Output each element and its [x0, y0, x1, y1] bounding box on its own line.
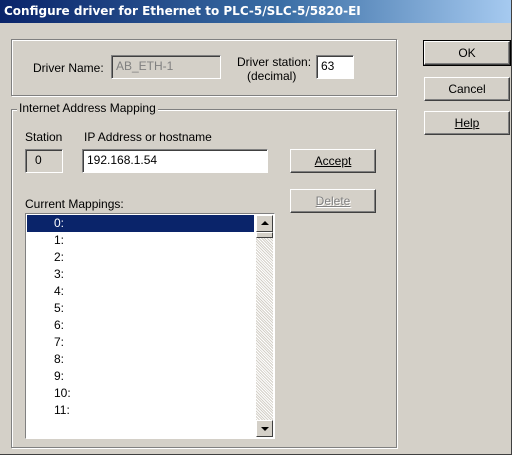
station-column-label: Station — [25, 130, 63, 144]
list-item[interactable]: 4: — [27, 283, 254, 300]
list-item[interactable]: 8: — [27, 351, 254, 368]
scroll-up-arrow-icon — [261, 221, 269, 225]
window-title: Configure driver for Ethernet to PLC-5/S… — [4, 4, 361, 18]
help-button-label: Help — [454, 116, 480, 130]
list-item[interactable]: 3: — [27, 266, 254, 283]
cancel-button[interactable]: Cancel — [424, 77, 510, 101]
current-mappings-list[interactable]: 0: 1: 2: 3: 4: 5: 6: 7: 8: 9: 10: 11: — [25, 213, 275, 439]
driver-name-label: Driver Name: — [33, 61, 104, 75]
list-item[interactable]: 9: — [27, 368, 254, 385]
list-item[interactable]: 11: — [27, 402, 254, 419]
mapping-rows: 0: 1: 2: 3: 4: 5: 6: 7: 8: 9: 10: 11: — [27, 215, 254, 419]
driver-station-sublabel: (decimal) — [247, 69, 297, 83]
ok-button[interactable]: OK — [423, 40, 511, 66]
ip-address-input[interactable]: 192.168.1.54 — [82, 149, 268, 173]
list-item[interactable]: 1: — [27, 232, 254, 249]
driver-name-field: AB_ETH-1 — [111, 55, 221, 79]
scroll-down-button[interactable] — [256, 420, 273, 437]
list-item[interactable]: 7: — [27, 334, 254, 351]
station-number-field: 0 — [25, 149, 63, 173]
list-item[interactable]: 0: — [27, 215, 254, 232]
list-item[interactable]: 10: — [27, 385, 254, 402]
driver-station-input[interactable]: 63 — [316, 55, 354, 79]
configure-driver-dialog: Configure driver for Ethernet to PLC-5/S… — [0, 0, 512, 455]
driver-station-label: Driver station: — [237, 55, 312, 69]
list-item[interactable]: 6: — [27, 317, 254, 334]
accept-button-label: Accept — [314, 154, 352, 168]
delete-button-label: Delete — [315, 194, 351, 208]
vertical-scrollbar[interactable] — [256, 215, 273, 437]
accept-button[interactable]: Accept — [290, 149, 376, 173]
list-item[interactable]: 5: — [27, 300, 254, 317]
scroll-down-arrow-icon — [261, 427, 269, 431]
ip-column-label: IP Address or hostname — [84, 130, 212, 144]
address-mapping-title: Internet Address Mapping — [17, 101, 158, 115]
scroll-up-button[interactable] — [256, 215, 273, 232]
title-bar[interactable]: Configure driver for Ethernet to PLC-5/S… — [0, 0, 511, 23]
delete-button: Delete — [290, 189, 376, 213]
help-button[interactable]: Help — [424, 111, 510, 135]
list-item[interactable]: 2: — [27, 249, 254, 266]
scroll-thumb[interactable] — [256, 232, 273, 238]
current-mappings-label: Current Mappings: — [25, 197, 124, 211]
